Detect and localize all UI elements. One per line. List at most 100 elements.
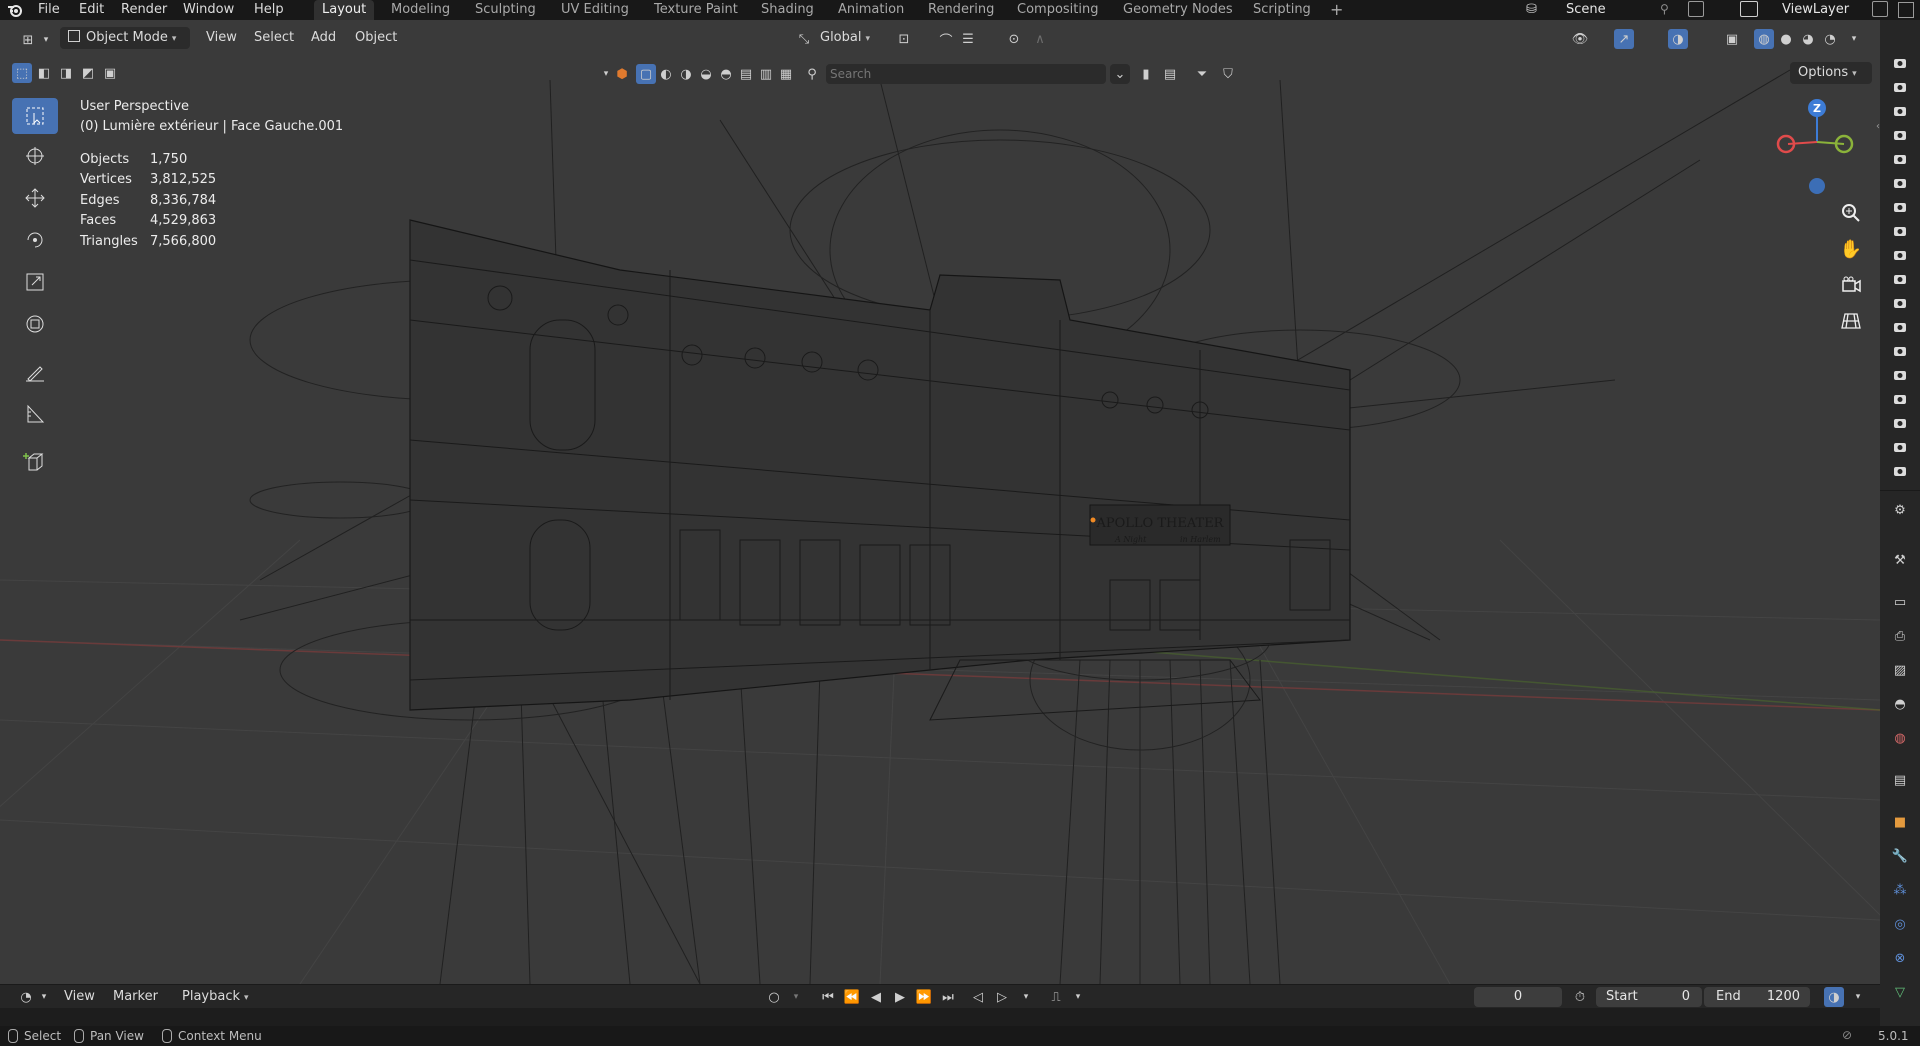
constraints-icon[interactable]: ⊗ xyxy=(1888,946,1912,970)
editor-type-icon[interactable]: ⊞ xyxy=(18,30,38,50)
tool-settings-icon[interactable]: ⚙ xyxy=(1888,498,1912,522)
tab-rendering[interactable]: Rendering xyxy=(920,0,1002,20)
output-icon[interactable]: ⎙ xyxy=(1888,624,1912,648)
solid-shading-icon[interactable]: ● xyxy=(1776,29,1796,49)
menu-edit[interactable]: Edit xyxy=(79,1,104,19)
select-invert-icon[interactable]: ◩ xyxy=(78,63,98,83)
select-subtract-icon[interactable]: ◨ xyxy=(56,63,76,83)
tab-shading[interactable]: Shading xyxy=(753,0,822,20)
search-options-icon[interactable]: ⌄ xyxy=(1110,64,1130,84)
camera-visibility-icon[interactable] xyxy=(1890,462,1910,480)
rendered-shading-icon[interactable]: ◔ xyxy=(1820,29,1840,49)
collection-icon[interactable]: ▤ xyxy=(1888,768,1912,792)
options-dropdown[interactable]: Options ▾ xyxy=(1790,62,1872,84)
xray-icon[interactable]: ▣ xyxy=(1722,29,1742,49)
search-input[interactable] xyxy=(826,64,1106,84)
menu-file[interactable]: File xyxy=(38,1,60,19)
object-mode-dropdown[interactable]: Object Mode ▾ xyxy=(60,27,190,49)
new-scene-icon[interactable] xyxy=(1688,1,1704,17)
preview-range-icon[interactable]: ⏱ xyxy=(1570,987,1590,1007)
annotate-tool[interactable] xyxy=(12,354,58,390)
object-icon[interactable]: ■ xyxy=(1888,810,1912,834)
filter-cameras-icon[interactable]: ◒ xyxy=(696,64,716,84)
keying-chevron-icon[interactable]: ▾ xyxy=(786,987,806,1007)
timeline-options-chevron-icon[interactable]: ▾ xyxy=(1848,987,1868,1007)
blender-logo-icon[interactable] xyxy=(6,1,24,19)
filter-children-icon[interactable]: ▥ xyxy=(756,64,776,84)
frame-sync-icon[interactable]: ⎍ xyxy=(1046,987,1066,1007)
select-intersect-icon[interactable]: ▣ xyxy=(100,63,120,83)
shield-icon[interactable]: ⛉ xyxy=(1218,64,1238,84)
tab-compositing[interactable]: Compositing xyxy=(1009,0,1107,20)
camera-visibility-icon[interactable] xyxy=(1890,198,1910,216)
view-layer-name[interactable]: ViewLayer xyxy=(1782,1,1849,19)
menu-window[interactable]: Window xyxy=(183,1,234,19)
select-new-icon[interactable]: ⬚ xyxy=(12,63,32,83)
falloff-icon[interactable]: ∧ xyxy=(1030,29,1050,49)
transform-orientation-icon[interactable]: ⤡ xyxy=(794,29,814,49)
timeline-editor-icon[interactable]: ◔ xyxy=(16,987,36,1007)
auto-keying-icon[interactable]: ○ xyxy=(764,987,784,1007)
pivot-point-icon[interactable]: ⊡ xyxy=(894,29,914,49)
scene-icon[interactable]: ⛁ xyxy=(1526,2,1546,18)
filter-empties-icon[interactable]: ◓ xyxy=(716,64,736,84)
wireframe-shading-icon[interactable]: ◍ xyxy=(1754,29,1774,49)
timeline-playback-menu[interactable]: Playback ▾ xyxy=(182,985,249,1009)
camera-visibility-icon[interactable] xyxy=(1890,126,1910,144)
camera-visibility-icon[interactable] xyxy=(1890,102,1910,120)
view-menu[interactable]: View xyxy=(206,27,237,49)
timeline-marker-menu[interactable]: Marker xyxy=(113,985,158,1009)
render-icon[interactable]: ▭ xyxy=(1888,590,1912,614)
display-mode-icon[interactable]: ▤ xyxy=(1160,64,1180,84)
play-reverse-icon[interactable]: ◀ xyxy=(866,987,886,1007)
object-menu[interactable]: Object xyxy=(355,27,397,49)
add-cube-tool[interactable] xyxy=(12,444,58,480)
shading-options-chevron-icon[interactable]: ▾ xyxy=(1844,29,1864,49)
camera-visibility-icon[interactable] xyxy=(1890,174,1910,192)
particles-icon[interactable]: ⁂ xyxy=(1888,878,1912,902)
sync-chevron-icon[interactable]: ▾ xyxy=(1068,987,1088,1007)
navigation-gizmo[interactable]: Z xyxy=(1772,96,1862,196)
select-extend-icon[interactable]: ◧ xyxy=(34,63,54,83)
pin-icon[interactable]: ⚲ xyxy=(1660,2,1669,16)
menu-render[interactable]: Render xyxy=(121,1,167,19)
filter-collections-icon[interactable]: ▦ xyxy=(776,64,796,84)
menu-help[interactable]: Help xyxy=(254,1,284,19)
object-data-icon[interactable]: ▽ xyxy=(1888,980,1912,1004)
overlay-timeline-icon[interactable]: ◑ xyxy=(1824,987,1844,1007)
camera-view-button[interactable] xyxy=(1836,270,1866,300)
tab-sculpting[interactable]: Sculpting xyxy=(467,0,544,20)
filter-lights-icon[interactable]: ◑ xyxy=(676,64,696,84)
world-icon[interactable]: ◍ xyxy=(1888,726,1912,750)
camera-visibility-icon[interactable] xyxy=(1890,318,1910,336)
new-view-layer-icon[interactable] xyxy=(1872,1,1888,17)
move-tool[interactable] xyxy=(12,180,58,216)
current-frame-field[interactable]: 0 xyxy=(1474,987,1562,1007)
view-layer-icon[interactable] xyxy=(1740,1,1758,17)
proportional-editing-icon[interactable]: ⊙ xyxy=(1004,29,1024,49)
tab-layout[interactable]: Layout xyxy=(314,0,375,20)
camera-visibility-icon[interactable] xyxy=(1890,150,1910,168)
perspective-toggle-button[interactable] xyxy=(1836,306,1866,336)
tab-geometry-nodes[interactable]: Geometry Nodes xyxy=(1115,0,1241,20)
sidebar-toggle-icon[interactable]: ‹ xyxy=(1868,116,1880,136)
tab-animation[interactable]: Animation xyxy=(830,0,912,20)
tab-uv-editing[interactable]: UV Editing xyxy=(553,0,637,20)
tab-texture-paint[interactable]: Texture Paint xyxy=(646,0,746,20)
measure-tool[interactable] xyxy=(12,396,58,432)
camera-visibility-icon[interactable] xyxy=(1890,246,1910,264)
visibility-icon[interactable]: 👁 xyxy=(1570,29,1590,49)
tools-icon[interactable]: ⚒ xyxy=(1888,548,1912,572)
camera-visibility-icon[interactable] xyxy=(1890,342,1910,360)
camera-visibility-icon[interactable] xyxy=(1890,390,1910,408)
select-menu[interactable]: Select xyxy=(254,27,294,49)
cursor-tool[interactable] xyxy=(12,138,58,174)
start-frame-field[interactable]: Start 0 xyxy=(1596,987,1702,1007)
overlay-toggle-icon[interactable]: ◑ xyxy=(1668,29,1688,49)
filter-others-icon[interactable]: ▤ xyxy=(736,64,756,84)
jump-next-keyframe-icon[interactable]: ⏩ xyxy=(914,987,934,1007)
modifier-wrench-icon[interactable]: 🔧 xyxy=(1888,844,1912,868)
outliner-editor-icon[interactable] xyxy=(1898,2,1914,18)
jump-prev-keyframe-icon[interactable]: ⏪ xyxy=(842,987,862,1007)
timeline-editor-chevron-icon[interactable]: ▾ xyxy=(34,987,54,1007)
